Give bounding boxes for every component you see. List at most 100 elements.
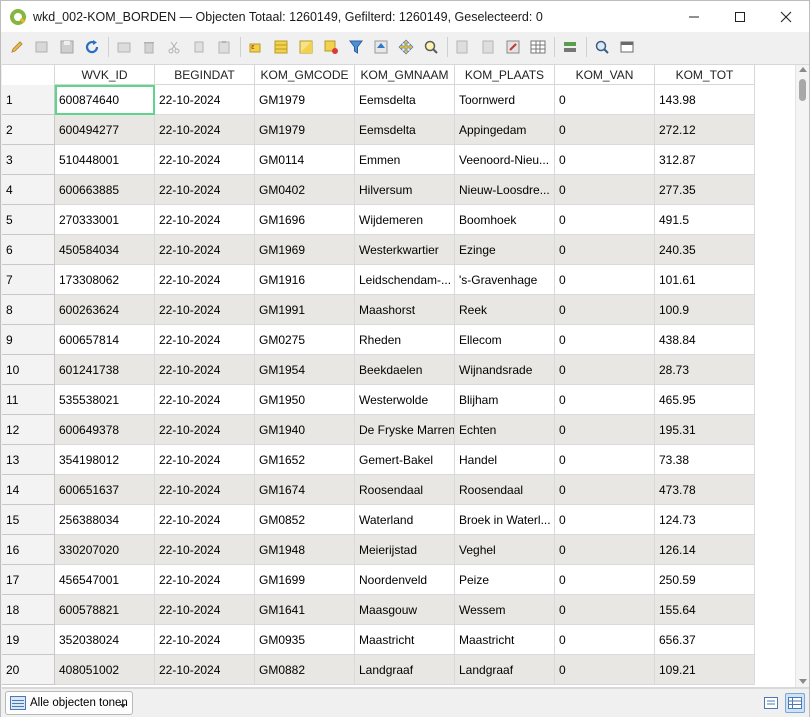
table-cell[interactable]: Nieuw-Loosdre...: [455, 175, 555, 205]
table-cell[interactable]: 0: [555, 595, 655, 625]
table-cell[interactable]: Handel: [455, 445, 555, 475]
table-cell[interactable]: Roosendaal: [455, 475, 555, 505]
table-row[interactable]: 11 535538021 22-10-2024 GM1950 Westerwolde Bl…: [2, 385, 755, 415]
table-row[interactable]: 19 352038024 22-10-2024 GM0935 Maastricht Maa…: [2, 625, 755, 655]
maximize-button[interactable]: [717, 1, 763, 32]
table-cell[interactable]: 0: [555, 205, 655, 235]
column-header-kom-gmnaam[interactable]: KOM_GMNAAM: [355, 65, 455, 85]
table-cell[interactable]: 473.78: [655, 475, 755, 505]
zoom-icon[interactable]: [592, 38, 611, 57]
add-feature-icon[interactable]: [114, 38, 133, 57]
table-cell[interactable]: Noordenveld: [355, 565, 455, 595]
column-header-wvk-id[interactable]: WVK_ID: [55, 65, 155, 85]
scroll-down-icon[interactable]: [799, 679, 807, 684]
row-header[interactable]: 11: [2, 385, 55, 415]
table-cell[interactable]: Maashorst: [355, 295, 455, 325]
table-cell[interactable]: 22-10-2024: [155, 355, 255, 385]
row-header[interactable]: 13: [2, 445, 55, 475]
table-cell[interactable]: GM1979: [255, 85, 355, 115]
table-cell[interactable]: Beekdaelen: [355, 355, 455, 385]
table-cell[interactable]: 22-10-2024: [155, 415, 255, 445]
table-cell[interactable]: GM1950: [255, 385, 355, 415]
table-cell[interactable]: 600263624: [55, 295, 155, 325]
delete-icon[interactable]: [139, 38, 158, 57]
table-cell[interactable]: 270333001: [55, 205, 155, 235]
row-header[interactable]: 17: [2, 565, 55, 595]
row-header[interactable]: 9: [2, 325, 55, 355]
table-cell[interactable]: GM1916: [255, 265, 355, 295]
table-cell[interactable]: 22-10-2024: [155, 325, 255, 355]
table-cell[interactable]: 256388034: [55, 505, 155, 535]
table-cell[interactable]: 0: [555, 175, 655, 205]
row-header[interactable]: 8: [2, 295, 55, 325]
table-cell[interactable]: 22-10-2024: [155, 175, 255, 205]
row-header[interactable]: 10: [2, 355, 55, 385]
row-header[interactable]: 5: [2, 205, 55, 235]
table-cell[interactable]: 100.9: [655, 295, 755, 325]
table-cell[interactable]: 0: [555, 85, 655, 115]
table-cell[interactable]: 22-10-2024: [155, 115, 255, 145]
table-cell[interactable]: 22-10-2024: [155, 205, 255, 235]
table-cell[interactable]: Maasgouw: [355, 595, 455, 625]
table-view-button[interactable]: [785, 693, 805, 713]
table-cell[interactable]: 109.21: [655, 655, 755, 685]
form-view-button[interactable]: [761, 693, 781, 713]
table-cell[interactable]: 0: [555, 655, 655, 685]
table-row[interactable]: 6 450584034 22-10-2024 GM1969 Westerkwartier…: [2, 235, 755, 265]
save-icon[interactable]: [57, 38, 76, 57]
table-cell[interactable]: 656.37: [655, 625, 755, 655]
table-cell[interactable]: 277.35: [655, 175, 755, 205]
table-cell[interactable]: GM1940: [255, 415, 355, 445]
table-cell[interactable]: GM1652: [255, 445, 355, 475]
column-header-kom-plaats[interactable]: KOM_PLAATS: [455, 65, 555, 85]
table-cell[interactable]: 143.98: [655, 85, 755, 115]
table-cell[interactable]: Leidschendam-...: [355, 265, 455, 295]
table-cell[interactable]: Landgraaf: [355, 655, 455, 685]
table-cell[interactable]: Veghel: [455, 535, 555, 565]
table-cell[interactable]: Peize: [455, 565, 555, 595]
table-cell[interactable]: GM1696: [255, 205, 355, 235]
table-cell[interactable]: 22-10-2024: [155, 625, 255, 655]
row-header[interactable]: 15: [2, 505, 55, 535]
table-cell[interactable]: Hilversum: [355, 175, 455, 205]
delete-field-icon[interactable]: [478, 38, 497, 57]
table-cell[interactable]: 250.59: [655, 565, 755, 595]
table-cell[interactable]: 22-10-2024: [155, 385, 255, 415]
table-cell[interactable]: GM0402: [255, 175, 355, 205]
table-cell[interactable]: Echten: [455, 415, 555, 445]
table-cell[interactable]: 0: [555, 625, 655, 655]
cut-icon[interactable]: [164, 38, 183, 57]
table-cell[interactable]: Reek: [455, 295, 555, 325]
table-cell[interactable]: 22-10-2024: [155, 445, 255, 475]
actions-icon[interactable]: [560, 38, 579, 57]
table-row[interactable]: 16 330207020 22-10-2024 GM1948 Meierijstad Ve…: [2, 535, 755, 565]
table-cell[interactable]: Ellecom: [455, 325, 555, 355]
table-row[interactable]: 10 601241738 22-10-2024 GM1954 Beekdaelen Wij…: [2, 355, 755, 385]
table-cell[interactable]: Emmen: [355, 145, 455, 175]
table-cell[interactable]: 0: [555, 475, 655, 505]
table-cell[interactable]: 0: [555, 445, 655, 475]
zoom-selection-icon[interactable]: [421, 38, 440, 57]
table-cell[interactable]: 600651637: [55, 475, 155, 505]
table-cell[interactable]: 600657814: [55, 325, 155, 355]
show-features-filter-button[interactable]: Alle objecten tonen: [5, 691, 133, 715]
table-row[interactable]: 9 600657814 22-10-2024 GM0275 Rheden Ellecom 0…: [2, 325, 755, 355]
table-cell[interactable]: 600578821: [55, 595, 155, 625]
new-field-icon[interactable]: [453, 38, 472, 57]
table-cell[interactable]: Roosendaal: [355, 475, 455, 505]
table-cell[interactable]: 22-10-2024: [155, 595, 255, 625]
table-row[interactable]: 1 600874640 22-10-2024 GM1979 Eemsdelta Toorn…: [2, 85, 755, 115]
table-row[interactable]: 3 510448001 22-10-2024 GM0114 Emmen Veenoord-…: [2, 145, 755, 175]
table-cell[interactable]: 240.35: [655, 235, 755, 265]
table-cell[interactable]: GM1969: [255, 235, 355, 265]
table-cell[interactable]: 28.73: [655, 355, 755, 385]
table-row[interactable]: 14 600651637 22-10-2024 GM1674 Roosendaal Roo…: [2, 475, 755, 505]
select-expression-icon[interactable]: ε: [246, 38, 265, 57]
pan-icon[interactable]: [396, 38, 415, 57]
table-cell[interactable]: 600663885: [55, 175, 155, 205]
table-cell[interactable]: GM1699: [255, 565, 355, 595]
table-cell[interactable]: Maastricht: [455, 625, 555, 655]
table-cell[interactable]: 22-10-2024: [155, 505, 255, 535]
table-row[interactable]: 15 256388034 22-10-2024 GM0852 Waterland Broe…: [2, 505, 755, 535]
table-cell[interactable]: GM0882: [255, 655, 355, 685]
